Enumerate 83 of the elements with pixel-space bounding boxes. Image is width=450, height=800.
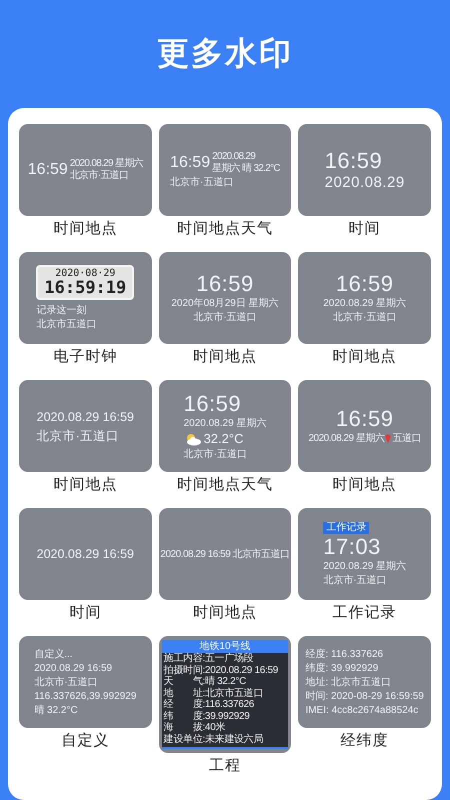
- date-text: 2020.08.29: [324, 174, 405, 192]
- pin-icon: [385, 434, 392, 443]
- watermark-text: 2020.08.29 星期六: [184, 416, 266, 430]
- watermark-text: 地址: 北京市五道口: [305, 676, 392, 688]
- watermark-text: 北京市·五道口: [323, 574, 387, 586]
- watermark-text: 2020.08.29 星期六: [323, 560, 406, 572]
- clock-time: 16:59: [324, 148, 382, 172]
- watermark-text: 116.337626,39.992929: [34, 690, 136, 702]
- clock-time: 16:59: [184, 392, 242, 416]
- date-text: 2020·08·29: [55, 268, 116, 279]
- page-title: 更多水印: [157, 34, 293, 73]
- watermark-text: 北京市五道口: [36, 318, 96, 331]
- watermark-text: 北京市·五道口: [332, 311, 396, 324]
- watermark-label: 时间: [348, 219, 381, 238]
- watermark-text: 2020.08.29 星期六: [70, 158, 143, 170]
- watermark-preview[interactable]: 2020·08·29 16:59:19 记录这一刻 北京市五道口: [19, 252, 152, 344]
- watermark-text: 2020.08.29 16:59: [36, 408, 134, 426]
- watermark-text: 2020.08.29 星期六: [323, 297, 406, 310]
- watermark-text: 经度: 116.337626: [305, 648, 384, 660]
- watermark-text: 北京市·五道口: [36, 428, 119, 444]
- watermark-text: 北京市·五道口: [34, 676, 98, 688]
- clock-time: 16:59: [170, 153, 210, 173]
- watermark-preview[interactable]: 16:59 2020.08.29: [298, 124, 431, 216]
- table-row-text: 地 址:北京市五道口: [162, 688, 264, 698]
- watermark-text: 北京市·五道口: [70, 170, 130, 182]
- location-text: 五道口: [392, 432, 421, 445]
- watermark-text: 记录这一刻: [36, 304, 86, 317]
- clock-time: 16:59: [28, 160, 68, 180]
- watermark-label: 时间地点: [192, 347, 257, 366]
- table-row-text: 建设单位:未来建设六局: [162, 734, 264, 745]
- watermark-preview[interactable]: 地铁10号线 施工内容:五一广场段 拍摄时间:2020.08.29 16:59 天 气:晴 32.2°C 地 址:北京市五道口 经 度:116.337626 纬 度:39.992929 海 拔:40米 建设单位:未来建设六局: [158, 636, 292, 753]
- watermark-label: 工作记录: [332, 603, 397, 622]
- watermark-text: 纬度: 39.992929: [305, 662, 378, 674]
- watermark-text: 2020.08.29 16:59: [36, 546, 134, 563]
- watermark-text: 2020.08.29: [212, 151, 256, 162]
- watermark-text: 北京市·五道口: [170, 176, 234, 189]
- watermark-preview[interactable]: 16:59 2020.08.29 星期六 32.2°C 北京市·五道口: [158, 380, 292, 472]
- watermark-preview[interactable]: 16:59 2020年08月29日 星期六 北京市·五道口: [158, 252, 292, 344]
- table-row-text: 经 度:116.337626: [162, 699, 256, 710]
- watermark-preview[interactable]: 经度: 116.337626 纬度: 39.992929 地址: 北京市五道口 时间: 2020-08-29 16:59:59 IMEI: 4cc8c2674a88524c: [298, 636, 431, 728]
- watermark-preview[interactable]: 16:59 2020.08.29 星期六 五道口: [298, 380, 431, 472]
- watermark-preview[interactable]: 2020.08.29 16:59 北京市·五道口: [19, 380, 152, 472]
- table-row-text: 天 气:晴 32.2°C: [162, 676, 247, 688]
- clock-time: 16:59:19: [44, 279, 126, 297]
- watermark-text: 自定义...: [34, 648, 73, 660]
- watermark-label: 时间地点: [332, 347, 397, 366]
- watermark-text: 北京市·五道口: [184, 448, 247, 460]
- watermark-label: 时间地点天气: [176, 475, 273, 494]
- watermark-text: 星期六 晴 32.2°C: [212, 163, 280, 175]
- watermark-label: 时间地点: [192, 603, 257, 622]
- watermark-label: 时间地点: [53, 475, 118, 494]
- watermark-text: 2020.08.29 16:59: [34, 662, 112, 674]
- table-heading: 地铁10号线: [162, 640, 288, 653]
- watermark-preview[interactable]: 2020.08.29 16:59 北京市五道口: [158, 508, 292, 600]
- watermark-text: 北京市·五道口: [193, 311, 257, 324]
- watermark-label: 工程: [208, 756, 241, 775]
- watermark-preview[interactable]: 自定义... 2020.08.29 16:59 北京市·五道口 116.337626,39.992929 晴 32.2°C: [19, 636, 152, 728]
- clock-time: 17:03: [323, 534, 381, 558]
- watermark-preview[interactable]: 16:59 2020.08.29 星期六 北京市·五道口: [298, 252, 431, 344]
- temperature-text: 32.2°C: [204, 430, 244, 446]
- clock-time: 16:59: [336, 272, 394, 296]
- watermark-label: 时间地点: [332, 475, 397, 494]
- watermark-label: 自定义: [61, 731, 110, 750]
- table-row-text: 施工内容:五一广场段: [162, 653, 254, 664]
- clock-time: 16:59: [196, 272, 254, 296]
- watermark-label: 时间地点: [53, 219, 118, 238]
- tag-label: 工作记录: [323, 522, 370, 534]
- date-text: 2020.08.29 星期六: [308, 432, 384, 445]
- clock-time: 16:59: [336, 407, 394, 431]
- watermark-label: 经纬度: [340, 731, 389, 750]
- watermark-text: 晴 32.2°C: [34, 704, 78, 716]
- watermark-text: 时间: 2020-08-29 16:59:59: [305, 690, 424, 702]
- table-row-text: 拍摄时间:2020.08.29 16:59: [162, 664, 279, 676]
- table-row-text: 纬 度:39.992929: [162, 710, 251, 722]
- watermark-text: IMEI: 4cc8c2674a88524c: [305, 704, 418, 716]
- watermark-preview[interactable]: 2020.08.29 16:59: [19, 508, 152, 600]
- watermark-label: 时间: [69, 603, 102, 622]
- watermark-text: 2020年08月29日 星期六: [171, 297, 279, 310]
- watermark-preview[interactable]: 工作记录 17:03 2020.08.29 星期六 北京市·五道口: [298, 508, 431, 600]
- watermark-text: 2020.08.29 16:59 北京市五道口: [160, 548, 290, 560]
- table-row-text: 海 拔:40米: [162, 722, 226, 734]
- watermark-label: 电子时钟: [53, 347, 118, 366]
- watermark-label: 时间地点天气: [176, 219, 273, 238]
